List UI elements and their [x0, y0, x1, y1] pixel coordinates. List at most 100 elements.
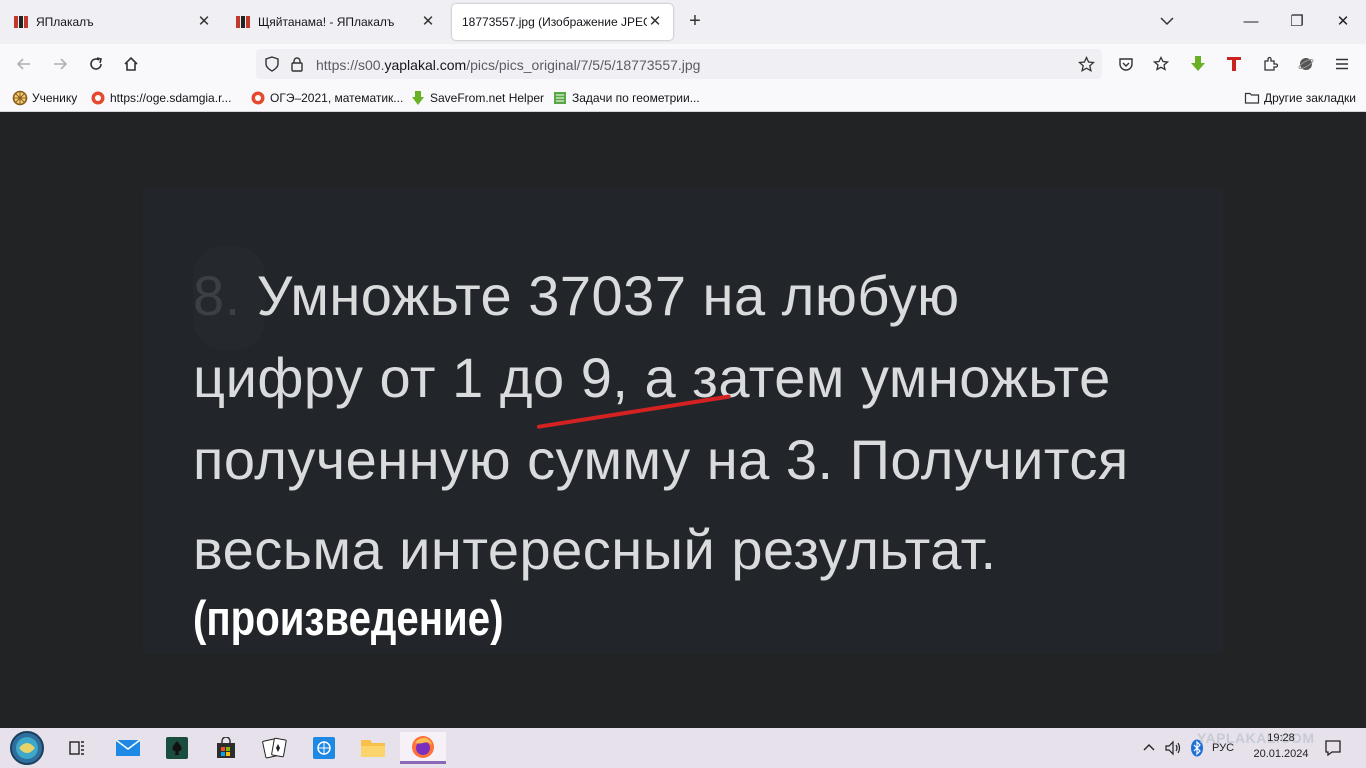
bookmark-item[interactable]: Ученику [12, 90, 77, 106]
yaplakal-favicon-icon [14, 15, 28, 29]
close-window-button[interactable]: ✕ [1329, 8, 1357, 36]
item-number: 8. [193, 264, 241, 327]
text-line-3: полученную сумму на 3. Получится [193, 427, 1129, 492]
displayed-image[interactable]: 8. Умножьте 37037 на любую цифру от 1 до… [143, 188, 1223, 654]
lock-icon[interactable] [290, 56, 304, 72]
bookmark-label: ОГЭ–2021, математик... [270, 91, 404, 105]
navigation-toolbar: https://s00.yaplakal.com/pics/pics_origi… [0, 44, 1366, 84]
bookmarks-toolbar: Ученику https://oge.sdamgia.r... ОГЭ–202… [0, 84, 1366, 112]
text-line-4: весьма интересный результат. [193, 518, 997, 581]
windows-taskbar: РУС YAPLAKAL.COM 19:28 20.01.2024 [0, 728, 1366, 768]
pocket-icon [1119, 58, 1133, 71]
bookmark-item[interactable]: https://oge.sdamgia.r... [90, 90, 231, 106]
bookmark-label: Ученику [32, 91, 78, 105]
bookmarks-menu-button[interactable] [1149, 52, 1173, 76]
handwritten-correction: (произведение) [193, 592, 504, 646]
start-button[interactable] [6, 731, 48, 765]
chevron-up-icon[interactable] [1142, 741, 1156, 755]
bookmark-label: SaveFrom.net Helper [430, 91, 545, 105]
clock-date: 20.01.2024 [1253, 748, 1309, 760]
taskbar-mail[interactable] [110, 732, 146, 764]
tab-image-active[interactable]: 18773557.jpg (Изображение JPEG, 1080 ✕ [452, 4, 673, 40]
firefox-icon [412, 735, 434, 758]
sdamgia-icon [91, 91, 105, 105]
spade-card-icon [166, 737, 188, 759]
download-arrow-icon [1191, 56, 1205, 71]
pocket-button[interactable] [1114, 52, 1138, 76]
url-text[interactable]: https://s00.yaplakal.com/pics/pics_origi… [316, 57, 700, 73]
clock[interactable]: 19:28 20.01.2024 [1246, 732, 1316, 760]
tab-strip: ЯПлакалъ ✕ Щяйтанама! - ЯПлакалъ ✕ 18773… [0, 0, 1366, 44]
new-tab-button[interactable]: + [684, 10, 706, 32]
taskbar-cards[interactable] [257, 732, 293, 764]
forward-button[interactable] [48, 52, 72, 76]
star-list-icon [1153, 56, 1169, 71]
puzzle-icon [1264, 56, 1278, 71]
wheel-icon [12, 90, 28, 106]
close-tab-icon[interactable]: ✕ [647, 14, 663, 30]
bookmark-item[interactable]: SaveFrom.net Helper [410, 90, 544, 106]
task-view-icon [69, 741, 84, 755]
folder-icon [361, 740, 385, 757]
home-icon [124, 56, 138, 71]
arrow-left-icon [16, 58, 30, 70]
taskbar-explorer[interactable] [355, 732, 391, 764]
bookmark-label: https://oge.sdamgia.r... [110, 91, 232, 105]
home-button[interactable] [119, 52, 143, 76]
globe-app-icon [313, 737, 335, 759]
reload-button[interactable] [84, 52, 108, 76]
notification-icon[interactable] [1324, 739, 1342, 757]
store-bag-icon [217, 737, 235, 758]
book-icon [554, 92, 566, 104]
text-line-1: 8. Умножьте 37037 на любую [193, 263, 960, 328]
restore-button[interactable]: ❐ [1283, 8, 1311, 36]
clock-time: 19:28 [1267, 732, 1295, 744]
taskbar-store[interactable] [208, 732, 244, 764]
bookmark-item[interactable]: ОГЭ–2021, математик... [250, 90, 403, 106]
bookmark-label: Задачи по геометрии... [572, 91, 700, 105]
speaker-icon[interactable] [1164, 740, 1182, 756]
tab-shaytanama[interactable]: Щяйтанама! - ЯПлакалъ ✕ [226, 4, 446, 40]
tab-title: ЯПлакалъ [36, 15, 94, 29]
text-line-3-after: на 3. Получится [690, 428, 1129, 491]
url-path: /pics/pics_original/7/5/5/18773557.jpg [466, 57, 701, 73]
savefrom-extension-button[interactable] [1186, 52, 1210, 76]
task-view-button[interactable] [59, 732, 95, 764]
folder-icon [1244, 92, 1260, 104]
arrow-right-icon [54, 58, 68, 70]
hamburger-menu-icon [1336, 58, 1348, 70]
close-tab-icon[interactable]: ✕ [196, 14, 212, 30]
taskbar-solitaire[interactable] [159, 732, 195, 764]
yaplakal-favicon-icon [236, 15, 250, 29]
vpn-extension-button[interactable] [1294, 52, 1318, 76]
letter-t-icon [1227, 57, 1241, 71]
back-button[interactable] [12, 52, 36, 76]
reload-icon [90, 57, 102, 70]
struck-word: сумму [527, 428, 691, 491]
text-line-3-before: полученную [193, 428, 528, 491]
tab-title: Щяйтанама! - ЯПлакалъ [258, 15, 395, 29]
other-bookmarks[interactable]: Другие закладки [1244, 90, 1356, 106]
chevron-down-icon[interactable] [1158, 12, 1176, 30]
minimize-button[interactable]: — [1237, 8, 1265, 36]
extensions-button[interactable] [1258, 52, 1282, 76]
taskbar-ie-app[interactable] [306, 732, 342, 764]
bookmark-item[interactable]: Задачи по геометрии... [552, 90, 700, 106]
sdamgia-icon [251, 91, 265, 105]
playing-cards-icon [262, 737, 287, 759]
close-tab-icon[interactable]: ✕ [420, 14, 436, 30]
translate-extension-button[interactable] [1222, 52, 1246, 76]
shield-icon[interactable] [264, 56, 280, 72]
url-domain: yaplakal.com [384, 57, 467, 73]
app-menu-button[interactable] [1330, 52, 1354, 76]
savefrom-icon [412, 91, 424, 105]
text-line-2: цифру от 1 до 9, а затем умножьте [193, 346, 1111, 409]
start-orb-icon [10, 731, 44, 765]
url-prefix: https://s00. [316, 57, 385, 73]
address-bar[interactable]: https://s00.yaplakal.com/pics/pics_origi… [256, 49, 1102, 79]
tab-yaplakal[interactable]: ЯПлакалъ ✕ [4, 4, 222, 40]
taskbar-firefox[interactable] [400, 732, 446, 764]
star-icon[interactable] [1078, 56, 1095, 73]
text-line-1-content: Умножьте 37037 на любую [256, 264, 960, 327]
image-viewer: 8. Умножьте 37037 на любую цифру от 1 до… [0, 113, 1366, 728]
